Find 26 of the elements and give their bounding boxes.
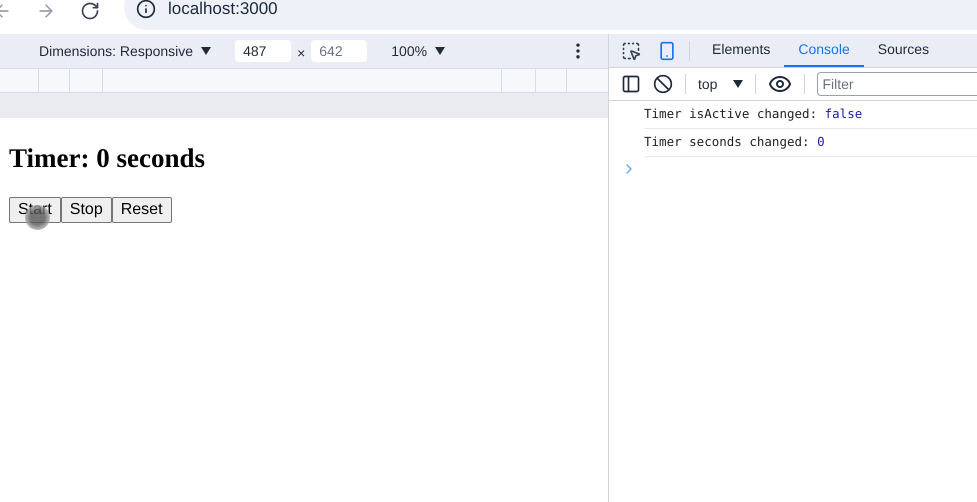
info-icon[interactable]: [136, 0, 156, 19]
zoom-dropdown[interactable]: 100%: [391, 40, 446, 62]
url-text: localhost:3000: [168, 0, 278, 20]
address-bar[interactable]: localhost:3000: [124, 0, 977, 30]
timer-button[interactable]: Start: [9, 197, 61, 223]
height-field[interactable]: 642: [311, 40, 368, 62]
dimensions-dropdown[interactable]: Dimensions: Responsive: [39, 40, 212, 62]
clear-icon[interactable]: [653, 74, 673, 94]
reload-icon[interactable]: [80, 1, 100, 21]
filter-field[interactable]: Filter: [817, 72, 977, 96]
devtools-tab[interactable]: Console: [784, 34, 864, 67]
caret-icon: [733, 80, 744, 88]
timer-button[interactable]: Stop: [60, 197, 112, 223]
caret-icon: [435, 47, 446, 55]
width-field[interactable]: 487: [235, 40, 292, 62]
context-dropdown[interactable]: top: [698, 74, 744, 94]
timer-heading: Timer: 0 seconds: [9, 145, 206, 172]
devtools-tab[interactable]: Sources: [864, 34, 944, 67]
console-message: Timer seconds changed: 0: [644, 133, 825, 152]
inspect-icon[interactable]: [621, 40, 641, 60]
sidebar-icon[interactable]: [621, 74, 641, 94]
timer-button[interactable]: Reset: [112, 197, 172, 223]
times-sign: ×: [297, 44, 306, 62]
console-message: Timer isActive changed: false: [644, 105, 862, 124]
devtools-tab[interactable]: Elements: [698, 34, 784, 67]
caret-icon: [201, 47, 212, 55]
